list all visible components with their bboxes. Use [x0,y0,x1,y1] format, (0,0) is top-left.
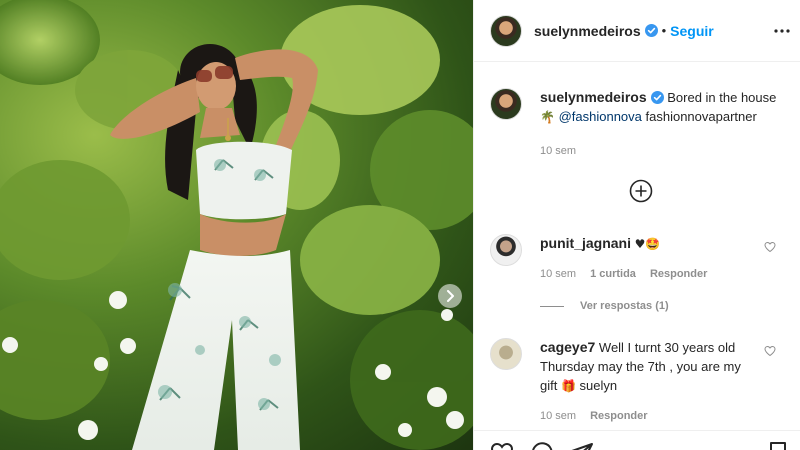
caption-text-block: suelynmedeiros Bored in the house 🌴 @fas… [540,88,776,127]
caption-username[interactable]: suelynmedeiros [540,89,647,105]
follow-button[interactable]: Seguir [670,23,714,39]
comment-time[interactable]: 10 sem [540,410,576,422]
comment-body: cageye7 Well I turnt 30 years old Thursd… [540,338,755,396]
replies-divider [540,305,564,307]
post-caption: suelynmedeiros Bored in the house 🌴 @fas… [490,88,784,157]
comment-item: punit_jagnani ♥🤩 10 sem 1 curtida Respon… [490,234,784,280]
comment-icon[interactable] [530,441,554,450]
comment-text: ♥🤩 [634,237,661,251]
caption-time[interactable]: 10 sem [540,145,576,157]
post-actions-bar [474,430,800,450]
caption-text: Bored in the house [667,90,777,105]
reply-button[interactable]: Responder [650,268,707,280]
more-options-icon[interactable] [774,24,790,38]
author-avatar[interactable] [490,14,522,47]
comment-text-end: suelyn [579,378,618,393]
plus-circle-icon[interactable] [629,179,653,203]
chevron-right-icon [447,290,454,302]
separator-dot: • [661,23,667,38]
author-username[interactable]: suelynmedeiros [534,23,641,39]
verified-badge-icon [650,91,664,104]
view-replies-button[interactable]: Ver respostas (1) [540,300,669,312]
gift-emoji: 🎁 [560,379,576,393]
post-sidebar: suelynmedeiros • Seguir suelynmedeiros B… [473,0,800,450]
caption-avatar[interactable] [490,88,522,120]
comment-meta: 10 sem 1 curtida Responder [540,268,755,280]
commenter-username[interactable]: punit_jagnani [540,235,631,251]
comment-meta: 10 sem Responder [540,410,755,422]
verified-badge-icon [644,24,658,37]
heart-icon[interactable] [764,345,776,357]
comment-item: cageye7 Well I turnt 30 years old Thursd… [490,338,784,422]
carousel-next-button[interactable] [438,284,462,308]
post-header: suelynmedeiros • Seguir [474,0,800,62]
share-icon[interactable] [570,441,594,450]
comment-likes[interactable]: 1 curtida [590,268,636,280]
commenter-avatar[interactable] [490,338,522,370]
commenter-avatar[interactable] [490,234,522,266]
commenter-username[interactable]: cageye7 [540,339,595,355]
instagram-post-view: suelynmedeiros • Seguir suelynmedeiros B… [0,0,800,450]
heart-icon[interactable] [490,441,514,450]
caption-meta: 10 sem [540,145,776,157]
caption-tag: fashionnovapartner [645,109,757,124]
palm-tree-emoji: 🌴 [540,110,555,124]
reply-button[interactable]: Responder [590,410,647,422]
heart-icon[interactable] [764,241,776,253]
view-replies-label: Ver respostas (1) [580,300,669,312]
photo-scene [0,0,473,450]
caption-mention-link[interactable]: @fashionnova [559,109,642,124]
comment-time[interactable]: 10 sem [540,268,576,280]
bookmark-icon[interactable] [766,441,790,450]
comment-body: punit_jagnani ♥🤩 [540,234,755,254]
post-photo[interactable] [0,0,473,450]
